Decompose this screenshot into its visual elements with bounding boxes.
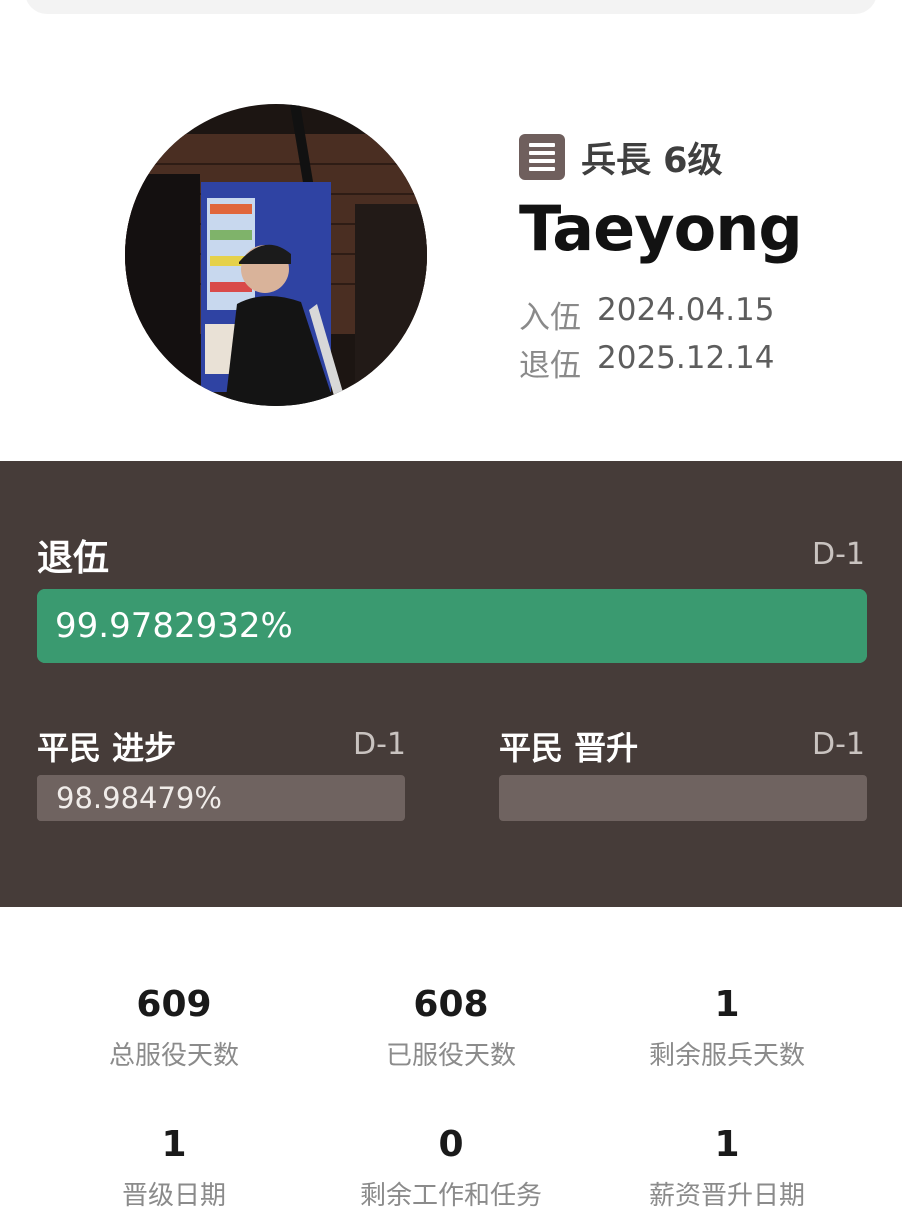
profile-avatar[interactable]: [125, 104, 427, 406]
civ-promotion-d-day: D-1: [811, 727, 865, 762]
rank-row: 兵長 6级: [519, 134, 723, 181]
stat-value: 609: [136, 984, 212, 1025]
stat-promotion-date: 1 晋级日期: [24, 1123, 324, 1212]
discharge-d-day: D-1: [811, 537, 865, 572]
stat-value: 1: [714, 1124, 740, 1165]
stat-label: 薪资晋升日期: [648, 1181, 805, 1211]
civ-promotion-bar[interactable]: [499, 775, 867, 821]
stat-remaining-days: 1 剩余服兵天数: [577, 983, 877, 1072]
stat-value: 1: [161, 1124, 187, 1165]
stat-value: 0: [438, 1124, 464, 1165]
discharge-label: 退伍: [519, 348, 581, 384]
civ-progress-bar[interactable]: 98.98479%: [37, 775, 405, 821]
stat-label: 剩余工作和任务: [359, 1181, 542, 1211]
user-name: Taeyong: [519, 192, 803, 265]
stat-total-days: 609 总服役天数: [24, 983, 324, 1072]
stat-remaining-tasks: 0 剩余工作和任务: [301, 1123, 601, 1212]
stat-value: 1: [714, 984, 740, 1025]
stat-label: 总服役天数: [108, 1041, 239, 1071]
stat-salary-promotion-date: 1 薪资晋升日期: [577, 1123, 877, 1212]
stat-value: 608: [413, 984, 489, 1025]
stat-label: 晋级日期: [121, 1181, 226, 1211]
enlist-date: 2024.04.15: [597, 292, 775, 328]
discharge-date: 2025.12.14: [597, 340, 775, 376]
stat-served-days: 608 已服役天数: [301, 983, 601, 1072]
enlist-label: 入伍: [519, 300, 581, 336]
rank-label: 兵長 6级: [581, 140, 723, 181]
civ-promotion-title: 平民 晋升: [499, 729, 639, 767]
civ-progress-title: 平民 进步: [37, 729, 177, 767]
stat-label: 已服役天数: [385, 1041, 516, 1071]
civ-progress-text: 98.98479%: [56, 781, 222, 815]
top-search-bar[interactable]: [25, 0, 877, 14]
discharge-progress-title: 退伍: [37, 538, 110, 579]
stat-label: 剩余服兵天数: [648, 1041, 805, 1071]
progress-panel: 退伍 D-1 99.9782932% 平民 进步 D-1 98.98479% 平…: [0, 461, 902, 907]
military-tracker-screen: 兵長 6级 Taeyong 入伍 2024.04.15 退伍 2025.12.1…: [0, 0, 902, 1216]
enlist-date-row: 入伍 2024.04.15: [519, 292, 775, 337]
civ-progress-d-day: D-1: [353, 727, 407, 762]
discharge-progress-bar[interactable]: 99.9782932%: [37, 589, 867, 663]
avatar-photo: [125, 104, 427, 406]
list-icon: [519, 134, 565, 180]
discharge-date-row: 退伍 2025.12.14: [519, 340, 775, 385]
discharge-progress-text: 99.9782932%: [55, 606, 293, 646]
